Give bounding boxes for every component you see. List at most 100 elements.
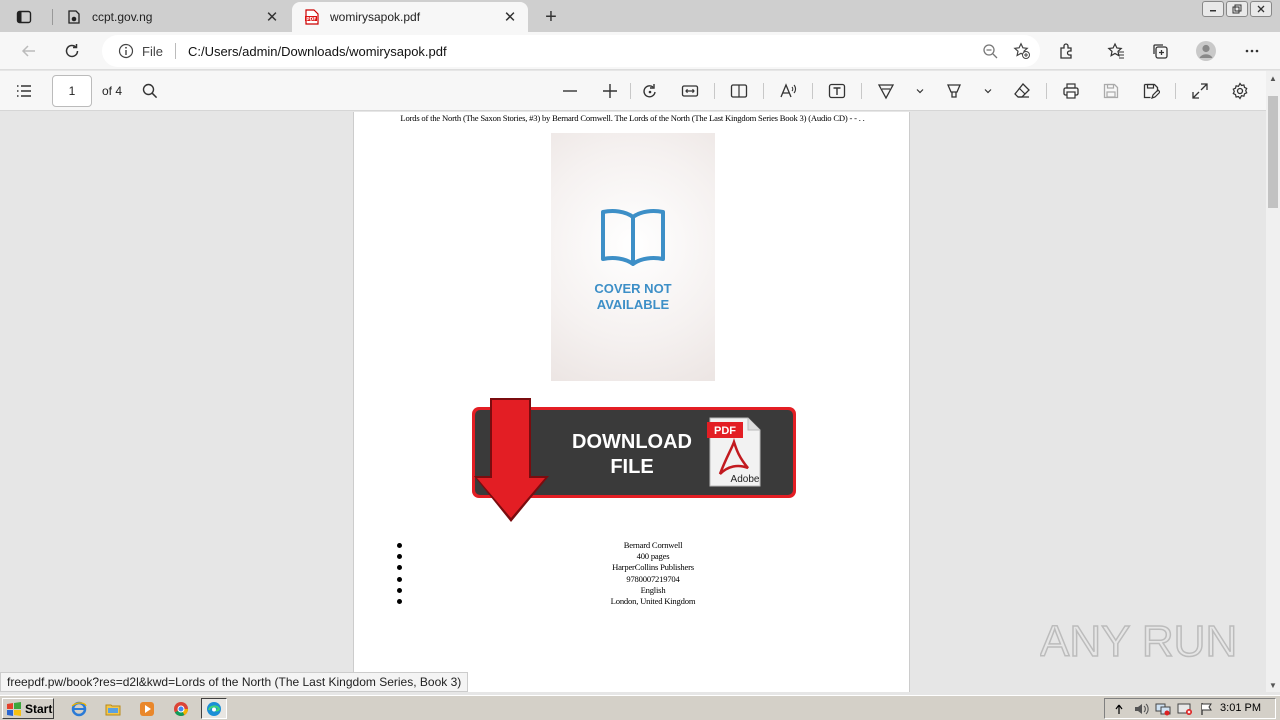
start-button[interactable]: Start [2,698,54,719]
tab-separator [52,9,53,25]
action-center-flag-icon[interactable] [1199,701,1215,717]
download-file-button[interactable]: PDF Adobe DOWNLOAD FILE [470,398,798,526]
favorites-icon[interactable] [1101,36,1131,66]
address-toolbar: File C:/Users/admin/Downloads/womirysapo… [0,32,1280,70]
draw-button[interactable] [871,76,901,106]
pdf-settings-button[interactable] [1225,76,1255,106]
search-icon [142,83,158,99]
taskbar: Start 3:01 PM [0,695,1280,720]
tab-ccpt[interactable]: ccpt.gov.ng ✕ [54,2,290,32]
window-controls [1202,1,1272,17]
vertical-scrollbar[interactable]: ▲ ▼ [1266,71,1280,692]
list-item: English [394,585,894,596]
printer-icon [1063,83,1079,99]
new-tab-button[interactable]: + [538,4,564,30]
list-item: 400 pages [394,551,894,562]
back-button[interactable] [14,36,44,66]
zoom-in-button[interactable] [595,76,625,106]
print-button[interactable] [1056,76,1086,106]
close-window-button[interactable] [1250,1,1272,17]
save-button[interactable] [1096,76,1126,106]
book-details-list: Bernard Cornwell 400 pages HarperCollins… [394,540,894,607]
gear-icon [1232,82,1248,100]
system-tray: 3:01 PM [1104,698,1276,719]
tab-title: ccpt.gov.ng [92,10,153,24]
tab-title: womirysapok.pdf [330,10,421,24]
volume-icon[interactable] [1133,701,1149,717]
edge-icon [207,701,221,716]
scrollbar-thumb[interactable] [1268,96,1278,208]
security-warning-icon[interactable] [1177,701,1193,717]
add-text-button[interactable] [822,76,852,106]
highlight-button[interactable] [939,76,969,106]
pdf-favicon-icon: PDF [304,9,320,25]
list-item: HarperCollins Publishers [394,562,894,573]
restore-icon [1232,4,1242,14]
settings-more-icon[interactable] [1237,36,1267,66]
toolbar-separator [1175,83,1176,99]
page-view-button[interactable] [724,76,754,106]
rotate-button[interactable] [635,76,665,106]
url-scheme-label: File [142,43,163,59]
collections-icon[interactable] [1145,36,1175,66]
fullscreen-button[interactable] [1185,76,1215,106]
pdf-viewer[interactable]: Lords of the North (The Saxon Stories, #… [0,112,1266,692]
save-as-button[interactable] [1136,76,1166,106]
profile-avatar[interactable] [1191,36,1221,66]
add-favorite-icon[interactable] [1008,37,1036,65]
find-button[interactable] [135,76,165,106]
taskbar-clock[interactable]: 3:01 PM [1220,702,1261,714]
fit-to-width-button[interactable] [675,76,705,106]
draw-options-dropdown[interactable] [912,76,928,106]
toolbar-separator [763,83,764,99]
save-disk-icon [1103,83,1119,99]
contents-button[interactable] [9,76,39,106]
close-icon [1257,5,1265,13]
tab-womirysapok[interactable]: PDF womirysapok.pdf ✕ [292,2,528,32]
extensions-icon[interactable] [1052,36,1082,66]
expand-icon [1192,83,1208,99]
download-file-label: DOWNLOAD FILE [572,431,692,478]
document-header-line: Lords of the North (The Saxon Stories, #… [400,113,865,123]
read-aloud-button[interactable] [773,76,803,106]
explorer-quicklaunch-icon[interactable] [100,698,126,719]
back-arrow-icon [21,45,35,57]
page-number-input[interactable]: 1 [52,75,92,107]
url-text[interactable]: C:/Users/admin/Downloads/womirysapok.pdf [188,44,976,59]
network-icon[interactable] [1155,701,1171,717]
tab-close-icon[interactable]: ✕ [260,5,284,29]
highlight-options-dropdown[interactable] [980,76,996,106]
page-view-icon [730,84,748,98]
toolbar-separator [861,83,862,99]
scroll-down-arrow-icon[interactable]: ▼ [1266,678,1280,692]
chrome-quicklaunch-icon[interactable] [168,698,194,719]
restore-button[interactable] [1226,1,1248,17]
page-count-label: of 4 [102,84,123,98]
pdf-badge-text: PDF [714,425,736,437]
ie-quicklaunch-icon[interactable] [66,698,92,719]
save-as-icon [1143,83,1160,99]
open-book-icon [601,209,665,266]
tab-actions-button[interactable] [8,6,40,28]
erase-button[interactable] [1007,76,1037,106]
draw-pen-icon [877,84,895,100]
tab-close-icon[interactable]: ✕ [498,5,522,29]
zoom-out-button[interactable] [555,76,585,106]
rotate-icon [643,84,656,98]
zoom-out-icon[interactable] [976,37,1004,65]
tray-expand-icon[interactable] [1111,701,1127,717]
toolbar-separator [630,83,631,99]
info-icon[interactable] [118,43,134,59]
refresh-button[interactable] [57,36,87,66]
contents-list-icon [17,85,31,97]
adobe-label: Adobe [731,474,760,485]
text-box-icon [828,83,846,99]
edge-taskbar-button[interactable] [201,698,227,719]
fit-width-icon [681,85,699,97]
media-player-quicklaunch-icon[interactable] [134,698,160,719]
url-divider [174,43,176,59]
scroll-up-arrow-icon[interactable]: ▲ [1266,71,1280,85]
minimize-button[interactable] [1202,1,1224,17]
address-bar[interactable]: File C:/Users/admin/Downloads/womirysapo… [102,35,1040,67]
book-cover-placeholder: COVER NOT AVAILABLE [551,133,715,381]
